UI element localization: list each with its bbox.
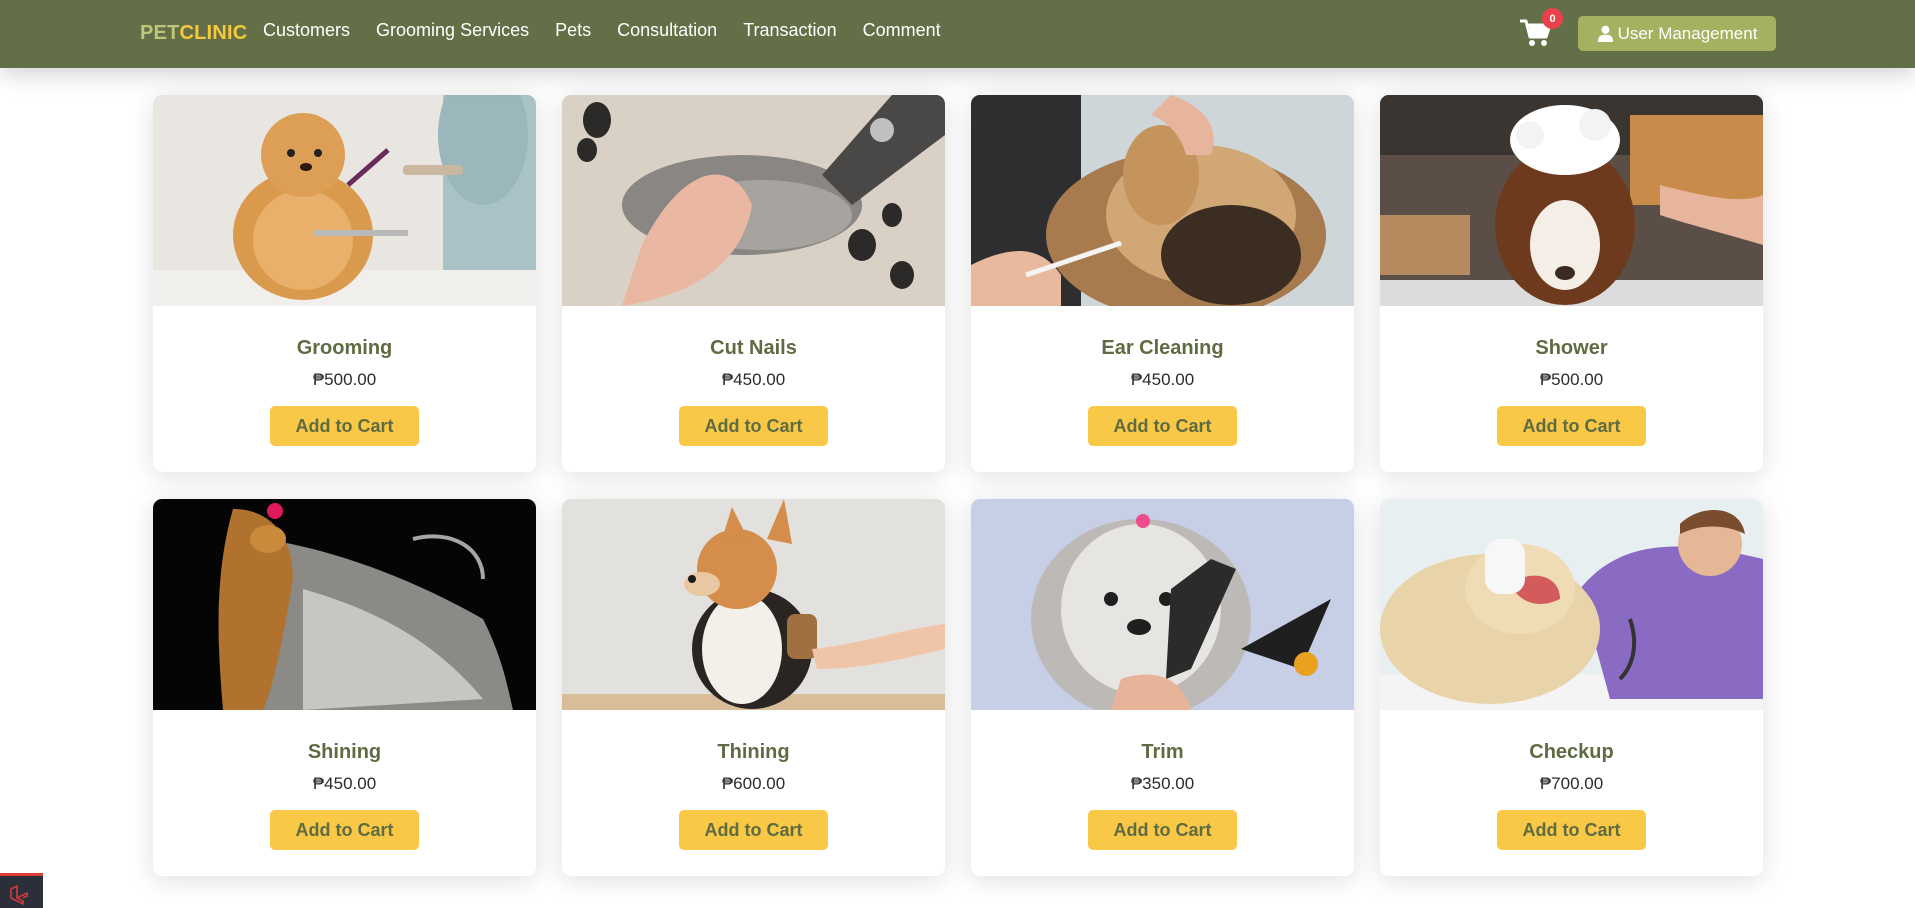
- service-card-cut-nails: Cut Nails ₱450.00 Add to Cart: [562, 95, 945, 472]
- service-card-ear-cleaning: Ear Cleaning ₱450.00 Add to Cart: [971, 95, 1354, 472]
- service-price: ₱500.00: [1539, 370, 1604, 389]
- service-card-thining: Thining ₱600.00 Add to Cart: [562, 499, 945, 876]
- service-image-shower: [1380, 95, 1763, 306]
- cart-count-badge: 0: [1542, 8, 1563, 29]
- add-to-cart-button[interactable]: Add to Cart: [1088, 810, 1237, 850]
- service-title: Trim: [1141, 741, 1184, 763]
- add-to-cart-button[interactable]: Add to Cart: [1497, 810, 1646, 850]
- service-image-checkup: [1380, 499, 1763, 710]
- service-title: Thining: [717, 741, 790, 763]
- service-title: Grooming: [296, 337, 393, 359]
- add-to-cart-button[interactable]: Add to Cart: [270, 810, 419, 850]
- user-icon: [1597, 25, 1613, 42]
- laravel-debugbar-toggle[interactable]: [0, 873, 43, 908]
- service-card-shower: Shower ₱500.00 Add to Cart: [1380, 95, 1763, 472]
- service-title: Shower: [1535, 337, 1608, 359]
- service-price: ₱450.00: [1130, 370, 1195, 389]
- nav-links: Customers Grooming Services Pets Consult…: [263, 20, 941, 41]
- service-title: Checkup: [1529, 741, 1614, 763]
- add-to-cart-button[interactable]: Add to Cart: [1088, 406, 1237, 446]
- service-image-trim: [971, 499, 1354, 710]
- service-image-cut-nails: [562, 95, 945, 306]
- brand-part-pet: PET: [140, 22, 180, 44]
- service-price: ₱500.00: [312, 370, 377, 389]
- service-card-shining: Shining ₱450.00 Add to Cart: [153, 499, 536, 876]
- user-management-button[interactable]: User Management: [1578, 16, 1776, 51]
- service-image-thining: [562, 499, 945, 710]
- nav-link-pets[interactable]: Pets: [555, 20, 591, 41]
- service-price: ₱450.00: [312, 774, 377, 793]
- nav-link-comment[interactable]: Comment: [863, 20, 941, 41]
- add-to-cart-button[interactable]: Add to Cart: [679, 406, 828, 446]
- service-price: ₱450.00: [721, 370, 786, 389]
- service-card-trim: Trim ₱350.00 Add to Cart: [971, 499, 1354, 876]
- service-title: Ear Cleaning: [1101, 337, 1224, 359]
- nav-link-consultation[interactable]: Consultation: [617, 20, 717, 41]
- add-to-cart-button[interactable]: Add to Cart: [1497, 406, 1646, 446]
- service-image-shining: [153, 499, 536, 710]
- service-title: Shining: [307, 741, 382, 763]
- top-navbar: PETCLINIC Customers Grooming Services Pe…: [0, 0, 1915, 68]
- service-title: Cut Nails: [710, 337, 797, 359]
- add-to-cart-button[interactable]: Add to Cart: [679, 810, 828, 850]
- services-grid: Grooming ₱500.00 Add to Cart Cut Nails ₱…: [153, 95, 1763, 876]
- brand-part-clinic: CLINIC: [179, 22, 248, 44]
- service-price: ₱350.00: [1130, 774, 1195, 793]
- service-price: ₱700.00: [1539, 774, 1604, 793]
- service-card-checkup: Checkup ₱700.00 Add to Cart: [1380, 499, 1763, 876]
- user-management-label: User Management: [1617, 23, 1758, 43]
- nav-link-customers[interactable]: Customers: [263, 20, 350, 41]
- nav-link-transaction[interactable]: Transaction: [743, 20, 836, 41]
- add-to-cart-button[interactable]: Add to Cart: [270, 406, 419, 446]
- service-image-ear-cleaning: [971, 95, 1354, 306]
- laravel-logo-icon: [10, 885, 28, 905]
- service-image-grooming: [153, 95, 536, 306]
- service-card-grooming: Grooming ₱500.00 Add to Cart: [153, 95, 536, 472]
- nav-link-grooming-services[interactable]: Grooming Services: [376, 20, 529, 41]
- brand-logo[interactable]: PETCLINIC: [140, 22, 247, 45]
- service-price: ₱600.00: [721, 774, 786, 793]
